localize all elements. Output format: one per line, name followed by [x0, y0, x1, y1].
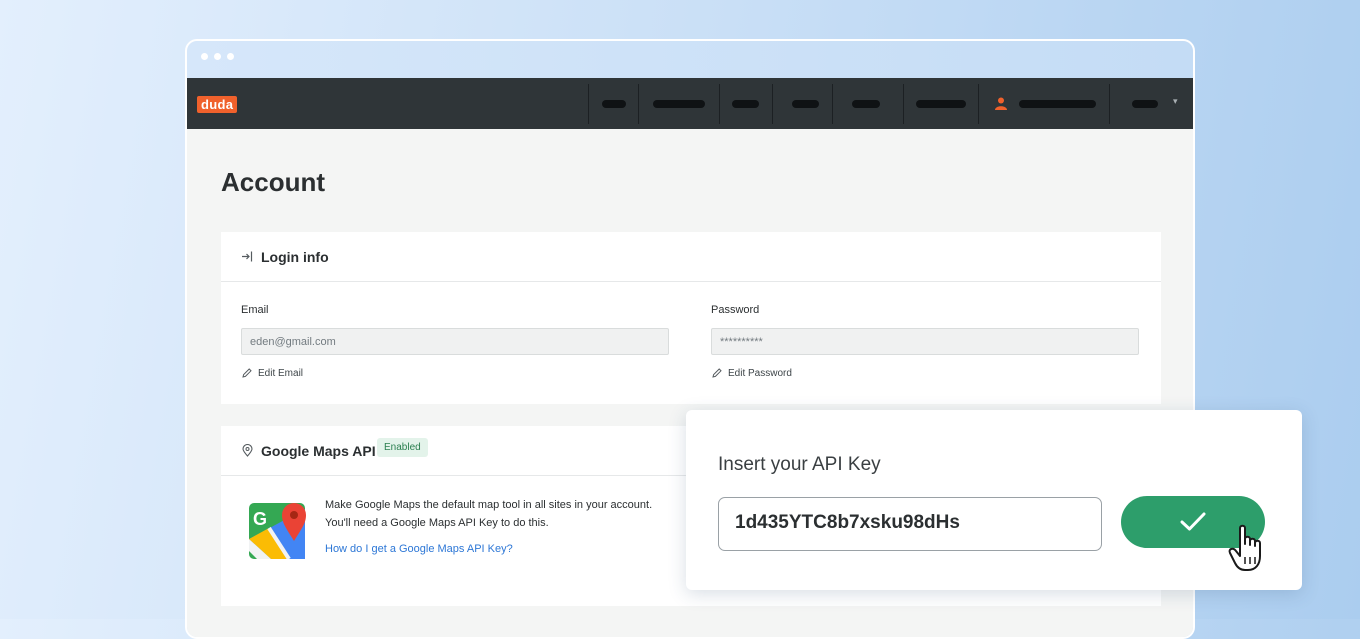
window-controls: [201, 53, 234, 60]
edit-password-label: Edit Password: [728, 367, 792, 379]
nav-divider: [978, 84, 979, 124]
login-icon: [242, 251, 253, 262]
pencil-icon: [712, 368, 722, 378]
nav-item-placeholder[interactable]: [852, 100, 880, 108]
window-dot[interactable]: [227, 53, 234, 60]
user-icon: [995, 97, 1007, 110]
description-line: Make Google Maps the default map tool in…: [325, 499, 653, 511]
duda-logo[interactable]: duda: [197, 96, 238, 113]
nav-item-placeholder[interactable]: [602, 100, 626, 108]
pencil-icon: [242, 368, 252, 378]
checkmark-icon: [1180, 512, 1206, 531]
nav-item-placeholder[interactable]: [792, 100, 819, 108]
chevron-down-icon[interactable]: ▾: [1173, 96, 1178, 107]
login-info-header: Login info: [221, 232, 1161, 282]
password-label: Password: [711, 304, 760, 316]
email-label: Email: [241, 304, 269, 316]
login-info-title: Login info: [261, 249, 329, 265]
api-key-label: Insert your API Key: [718, 454, 881, 475]
nav-divider: [719, 84, 720, 124]
google-maps-description: Make Google Maps the default map tool in…: [325, 496, 685, 532]
nav-divider: [638, 84, 639, 124]
nav-item-placeholder[interactable]: [732, 100, 759, 108]
nav-divider: [832, 84, 833, 124]
api-key-help-link[interactable]: How do I get a Google Maps API Key?: [325, 543, 513, 555]
top-navbar: duda ▾: [187, 78, 1193, 129]
location-pin-icon: [242, 444, 253, 457]
nav-divider: [588, 84, 589, 124]
status-badge: Enabled: [377, 438, 428, 457]
google-maps-icon: G: [249, 503, 306, 559]
api-key-popup: Insert your API Key 1d435YTC8b7xsku98dHs: [686, 410, 1302, 590]
description-line: You'll need a Google Maps API Key to do …: [325, 517, 549, 529]
page-title: Account: [221, 167, 325, 197]
account-menu-placeholder[interactable]: [1019, 100, 1096, 108]
nav-item-placeholder[interactable]: [653, 100, 705, 108]
window-dot[interactable]: [214, 53, 221, 60]
nav-item-placeholder[interactable]: [916, 100, 966, 108]
hand-pointer-icon: [1228, 524, 1261, 571]
svg-text:G: G: [253, 509, 267, 529]
language-menu-placeholder[interactable]: [1132, 100, 1158, 108]
edit-email-link[interactable]: Edit Email: [241, 367, 303, 379]
nav-divider: [772, 84, 773, 124]
email-field[interactable]: eden@gmail.com: [241, 328, 669, 355]
login-info-card: Login info Email eden@gmail.com Edit Ema…: [221, 232, 1161, 404]
nav-divider: [903, 84, 904, 124]
google-maps-title: Google Maps API: [261, 443, 376, 459]
api-key-input[interactable]: 1d435YTC8b7xsku98dHs: [718, 497, 1102, 551]
edit-password-link[interactable]: Edit Password: [711, 367, 792, 379]
password-field[interactable]: **********: [711, 328, 1139, 355]
nav-divider: [1109, 84, 1110, 124]
window-dot[interactable]: [201, 53, 208, 60]
edit-email-label: Edit Email: [258, 367, 304, 379]
